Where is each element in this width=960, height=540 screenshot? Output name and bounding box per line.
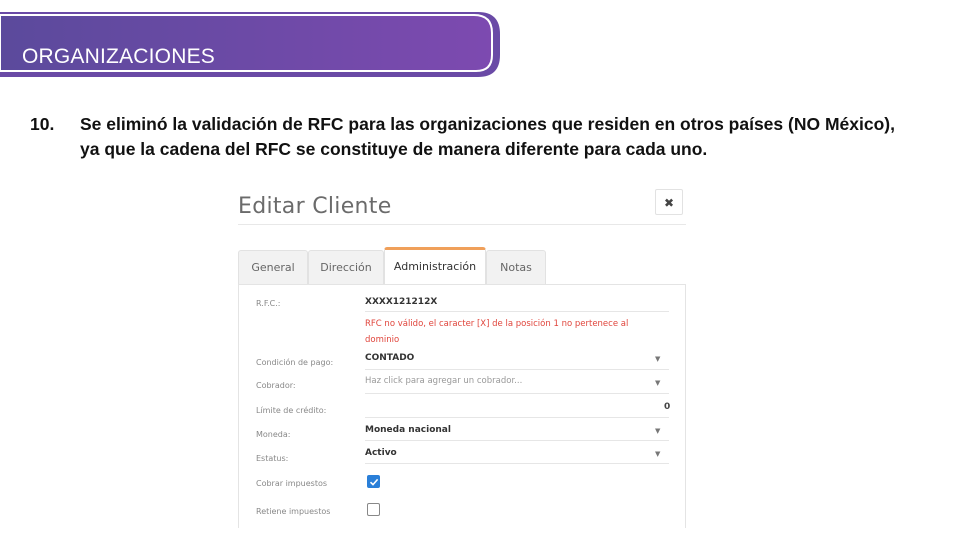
field-underline: [365, 463, 669, 464]
retiene-label: Retiene impuestos: [256, 507, 331, 516]
rfc-input[interactable]: XXXX121212X: [365, 297, 437, 307]
rfc-error-message: RFC no válido, el caracter [X] de la pos…: [365, 319, 629, 345]
tab-bar: General Dirección Administración Notas: [238, 247, 686, 285]
chevron-down-icon[interactable]: ▼: [655, 355, 660, 363]
estatus-label: Estatus:: [256, 454, 289, 463]
administration-panel: R.F.C.: XXXX121212X RFC no válido, el ca…: [238, 284, 686, 528]
section-banner: ORGANIZACIONES: [0, 12, 502, 77]
dialog-title: Editar Cliente: [238, 194, 392, 219]
close-button[interactable]: ✖: [655, 189, 683, 215]
cobrador-label: Cobrador:: [256, 381, 296, 390]
tab-direccion[interactable]: Dirección: [308, 250, 384, 284]
cobrador-select[interactable]: Haz click para agregar un cobrador...: [365, 376, 522, 386]
retiene-checkbox[interactable]: [367, 503, 380, 516]
condicion-label: Condición de pago:: [256, 358, 334, 367]
estatus-select[interactable]: Activo: [365, 448, 397, 458]
field-underline: [365, 311, 669, 312]
rfc-label: R.F.C.:: [256, 299, 281, 308]
moneda-select[interactable]: Moneda nacional: [365, 425, 451, 435]
field-underline: [365, 417, 669, 418]
moneda-label: Moneda:: [256, 430, 291, 439]
chevron-down-icon[interactable]: ▼: [655, 427, 660, 435]
edit-client-dialog: Editar Cliente ✖ General Dirección Admin…: [238, 184, 688, 528]
tab-administracion[interactable]: Administración: [384, 247, 486, 285]
banner-title: ORGANIZACIONES: [22, 45, 215, 68]
chevron-down-icon[interactable]: ▼: [655, 379, 660, 387]
note-text: Se eliminó la validación de RFC para las…: [80, 114, 895, 159]
cobrar-checkbox[interactable]: [367, 475, 380, 488]
divider: [238, 224, 686, 225]
note-number: 10.: [30, 114, 55, 134]
limite-input[interactable]: 0: [664, 402, 670, 412]
chevron-down-icon[interactable]: ▼: [655, 450, 660, 458]
cobrar-label: Cobrar impuestos: [256, 479, 328, 488]
field-underline: [365, 369, 669, 370]
tab-general[interactable]: General: [238, 250, 308, 284]
field-underline: [365, 393, 669, 394]
tab-notas[interactable]: Notas: [486, 250, 546, 284]
close-icon: ✖: [663, 196, 675, 210]
check-icon: [369, 478, 379, 486]
condicion-select[interactable]: CONTADO: [365, 353, 414, 363]
field-underline: [365, 440, 669, 441]
limite-label: Límite de crédito:: [256, 406, 327, 415]
